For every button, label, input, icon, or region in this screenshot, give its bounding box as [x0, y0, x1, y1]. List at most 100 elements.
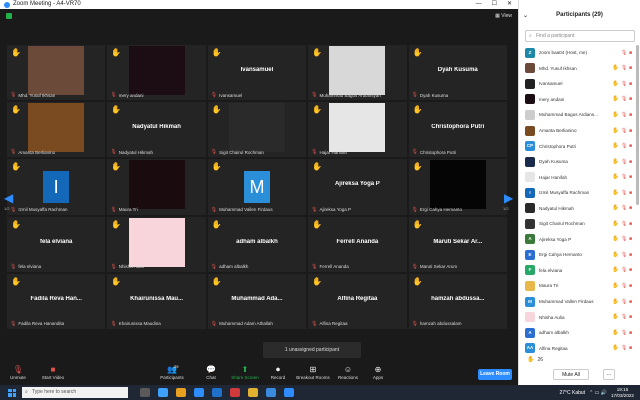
participant-row[interactable]: Sigit Chairul Rochman ✋ 🎙 ■ [525, 216, 637, 232]
more-options-button[interactable]: ... [603, 369, 615, 380]
participant-row[interactable]: mery andani ✋ 🎙 ■ [525, 92, 637, 108]
video-tile[interactable]: ✋ Muhammad Ada... 🎙 Muhammad Adam Athallah [207, 273, 307, 329]
participant-list-scrollbar[interactable] [636, 45, 639, 205]
video-tile[interactable]: ✋ Alfina Regitaa 🎙 Alfina Regitaa [308, 273, 407, 329]
video-tile[interactable]: ✋ Maruti Sekar Ar... 🎙 Maruti Sekar Arum [408, 216, 507, 272]
minimize-button[interactable]: — [476, 0, 482, 9]
video-tile[interactable]: I ✋ 🎙 Izmil Musyaffa Rachman [7, 159, 106, 215]
windows-start-icon[interactable] [8, 388, 16, 397]
mic-muted-icon: 🎙 [621, 65, 628, 72]
mute-all-button[interactable]: Mute All [553, 369, 589, 380]
participant-row[interactable]: M Muhammad Vallen Firdaus ✋ 🎙 ■ [525, 294, 637, 310]
unmute-button[interactable]: 🎙 Unmute [8, 364, 28, 380]
raised-hand-icon: ✋ [612, 329, 619, 336]
taskbar-app-icon[interactable] [176, 388, 186, 397]
taskbar-app-icon[interactable] [194, 388, 204, 397]
taskbar-app-icon[interactable] [230, 388, 240, 397]
video-tile[interactable]: ✋ 🎙 Maura Tri [107, 159, 206, 215]
taskbar-app-icon[interactable] [140, 388, 150, 397]
prev-page-number: 1/2 [4, 206, 10, 211]
participant-row[interactable]: CP Christophora Putri ✋ 🎙 ■ [525, 138, 637, 154]
chat-button[interactable]: 💬 Chat [202, 364, 220, 380]
video-tile[interactable]: ✋ 🎙 Sigit Chairul Rochman [207, 102, 307, 158]
participant-row[interactable]: A Ajireksa Yoga P ✋ 🎙 ■ [525, 232, 637, 248]
participants-button[interactable]: 👥 29 Participants [158, 364, 186, 380]
close-button[interactable]: ✕ [507, 0, 512, 9]
mic-muted-icon: 🎙 [210, 149, 218, 156]
participant-row[interactable]: AA Alfina Regitaa ✋ 🎙 ■ [525, 340, 637, 356]
video-tile[interactable]: ✋ Ajireksa Yoga P 🎙 Ajireksa Yoga P [308, 159, 407, 215]
participant-row[interactable]: Amanta Berlianino ✋ 🎙 ■ [525, 123, 637, 139]
video-tile[interactable]: ✋ hamzah abdussa... 🎙 hamzah abdussalam [408, 273, 507, 329]
video-tile[interactable]: ✋ Khairunissa Mau... 🎙 Khairunissa Maudina [107, 273, 206, 329]
video-tile[interactable]: ✋ 🎙 Muhammad Bagus Ardiansyah [308, 45, 407, 101]
mic-muted-icon: 🎙 [621, 49, 628, 56]
participant-row[interactable]: Nadyatul Hikmah ✋ 🎙 ■ [525, 200, 637, 216]
view-button[interactable]: ▦ View [495, 13, 512, 19]
taskbar-app-icon[interactable] [266, 388, 276, 397]
participant-row[interactable]: Ffela elviana ✋ 🎙 ■ [525, 263, 637, 279]
participant-search-input[interactable]: ⌕ Find a participant [525, 30, 635, 42]
taskbar-app-icon[interactable] [248, 388, 258, 397]
video-tile[interactable]: ✋ Ivansamuel 🎙 Ivansamuel [207, 45, 307, 101]
taskbar-app-icon[interactable] [212, 388, 222, 397]
participant-name: Nadyatul Hikmah [539, 205, 574, 211]
video-tile[interactable]: ✋ Dyah Kusuma 🎙 Dyah Kusuma [408, 45, 507, 101]
participant-row[interactable]: Dyah Kusuma ✋ 🎙 ■ [525, 154, 637, 170]
participant-row[interactable]: Muhammad Bagus Ardians... ✋ 🎙 ■ [525, 107, 637, 123]
video-tile[interactable]: ✋ adham albalkh 🎙 adham albalkh [207, 216, 307, 272]
video-tile[interactable]: ✋ 🎙 Ergi Cahya Hernanto [408, 159, 507, 215]
video-tile[interactable]: M ✋ 🎙 Muhammad Vallen Firdaus [207, 159, 307, 215]
tile-name-tag: 🎙 Alfina Regitaa [311, 321, 347, 327]
next-page-arrow-icon[interactable]: ▶ [504, 191, 513, 205]
prev-page-arrow-icon[interactable]: ◀ [4, 191, 13, 205]
tile-name-tag: 🎙 Nhisha Aulia [110, 264, 143, 270]
share-screen-button[interactable]: ⬆ Share Screen [230, 364, 260, 380]
video-tile[interactable]: ✋ Nadyatul Hikmah 🎙 Nadyatul Hikmah [107, 102, 206, 158]
participant-row[interactable]: Mhd. Yusuf Ikhsan ✋ 🎙 ■ [525, 61, 637, 77]
participant-row[interactable]: Nhisha Aulia ✋ 🎙 ■ [525, 309, 637, 325]
tile-name-tag-text: Sigit Chairul Rochman [219, 149, 264, 155]
clock[interactable]: 19:15 17/03/2022 [611, 387, 634, 398]
participant-row[interactable]: E Ergi Cahya Hernanto ✋ 🎙 ■ [525, 247, 637, 263]
apps-button[interactable]: ⊕ Apps [370, 364, 386, 380]
tile-name-tag-text: Khairunissa Maudina [118, 321, 161, 327]
collapse-chevron-icon[interactable]: ⌄ [523, 12, 528, 19]
window-controls: — ☐ ✕ [476, 0, 518, 9]
start-video-button[interactable]: ■ Start Video [38, 364, 68, 380]
participant-video [128, 217, 185, 267]
video-tile[interactable]: ✋ Ferrell Ananda 🎙 Ferrell Ananda [308, 216, 407, 272]
participant-avatar [525, 63, 535, 74]
taskbar-search-input[interactable]: ⌕ Type here to search [22, 387, 128, 398]
participant-row[interactable]: Hajar Hanifah ✋ 🎙 ■ [525, 169, 637, 185]
video-tile[interactable]: ✋ Fadila Reva Han... 🎙 Fadila Reva Hanandit… [7, 273, 106, 329]
video-tile[interactable]: ✋ fela elviana 🎙 fela elviana [7, 216, 106, 272]
raised-hand-icon: ✋ [312, 162, 323, 172]
participant-row[interactable]: I Izmil Musyaffa Rachman ✋ 🎙 ■ [525, 185, 637, 201]
leave-room-button[interactable]: Leave Room [478, 369, 512, 380]
reactions-button[interactable]: ☺ Reactions [336, 364, 360, 380]
taskbar-app-icon[interactable] [284, 388, 294, 397]
security-shield-icon[interactable] [6, 13, 12, 19]
breakout-rooms-button[interactable]: ⊞ Breakout Rooms [296, 364, 330, 380]
video-tile[interactable]: ✋ Christophora Putri 🎙 Christophora Putri [408, 102, 507, 158]
participant-row[interactable]: Zzoom baa04 (Host, me) 🎙 ■ [525, 45, 637, 61]
tile-name-tag-text: Ivansamuel [219, 92, 243, 98]
participant-name: Dyah Kusuma [539, 159, 568, 165]
video-tile[interactable]: ✋ 🎙 Mhd. Yusuf Ikhsan [7, 45, 106, 101]
taskbar-app-icon[interactable] [158, 388, 168, 397]
participants-icon: 👥 [167, 365, 177, 374]
video-tile[interactable]: ✋ 🎙 mery andani [107, 45, 206, 101]
raised-hand-icon: ✋ [111, 276, 122, 286]
raised-hand-icon: ✋ [11, 48, 21, 57]
participant-row[interactable]: Maura Tri ✋ 🎙 ■ [525, 278, 637, 294]
weather-text[interactable]: 27°C Kabut [559, 390, 585, 396]
participant-row[interactable]: Ivansamuel ✋ 🎙 ■ [525, 76, 637, 92]
video-tile[interactable]: ✋ 🎙 Nhisha Aulia [107, 216, 206, 272]
participant-row[interactable]: Aadham albalkh ✋ 🎙 ■ [525, 325, 637, 341]
record-button[interactable]: ⏺ Record [268, 364, 288, 380]
tray-icons[interactable]: ⌃ ▭ 🔊 [589, 390, 607, 396]
video-tile[interactable]: ✋ 🎙 Amanta Berlianino [7, 102, 106, 158]
video-tile[interactable]: ✋ 🎙 Hajar Hanifah [308, 102, 407, 158]
maximize-button[interactable]: ☐ [492, 0, 497, 9]
